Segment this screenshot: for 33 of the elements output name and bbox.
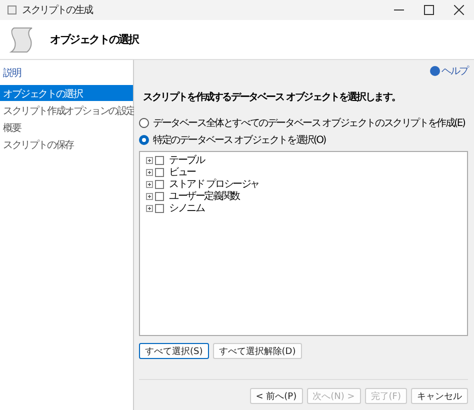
radio-button[interactable] — [139, 134, 149, 144]
tree-item[interactable]: シノニム — [169, 201, 204, 215]
expand-icon[interactable] — [146, 204, 153, 212]
radio-button[interactable] — [139, 118, 149, 128]
checkbox[interactable] — [155, 168, 164, 176]
sidebar-item[interactable]: オブジェクトの選択 — [0, 85, 133, 101]
instruction-text: スクリプトを作成するデータベース オブジェクトを選択します。 — [143, 90, 402, 104]
select-button[interactable]: すべて選択(S) — [139, 343, 209, 359]
close-icon[interactable] — [454, 5, 464, 15]
nav-button[interactable]: < 前へ(P) — [250, 388, 303, 404]
expand-icon[interactable] — [146, 168, 153, 176]
expand-icon[interactable] — [146, 180, 153, 188]
tree-item[interactable]: ビュー — [169, 165, 196, 179]
sidebar-item[interactable]: 概要 — [0, 119, 133, 135]
nav-button[interactable]: キャンセル — [411, 388, 468, 404]
tree-item[interactable]: ストアド プロシージャ — [169, 177, 259, 191]
select-button[interactable]: すべて選択解除(D) — [212, 343, 302, 359]
checkbox[interactable] — [155, 156, 164, 164]
radio-label[interactable]: データベース全体とすべてのデータベース オブジェクトのスクリプトを作成(E) — [153, 116, 465, 130]
page-title: オブジェクトの選択 — [50, 32, 138, 47]
sidebar-item[interactable]: スクリプトの保存 — [0, 136, 133, 152]
checkbox[interactable] — [155, 180, 164, 188]
help-link[interactable]: ヘルプ — [442, 64, 468, 78]
expand-icon[interactable] — [146, 156, 153, 164]
window-title: スクリプトの生成 — [22, 4, 94, 17]
checkbox[interactable] — [155, 192, 164, 200]
expand-icon[interactable] — [146, 192, 153, 200]
tree-item[interactable]: ユーザー定義関数 — [169, 189, 240, 203]
checkbox[interactable] — [155, 204, 164, 212]
sidebar-heading: 説明 — [2, 66, 22, 81]
radio-label[interactable]: 特定のデータベース オブジェクトを選択(O) — [153, 132, 326, 146]
maximize-icon[interactable] — [424, 5, 434, 15]
tree-item[interactable]: テーブル — [169, 153, 204, 167]
